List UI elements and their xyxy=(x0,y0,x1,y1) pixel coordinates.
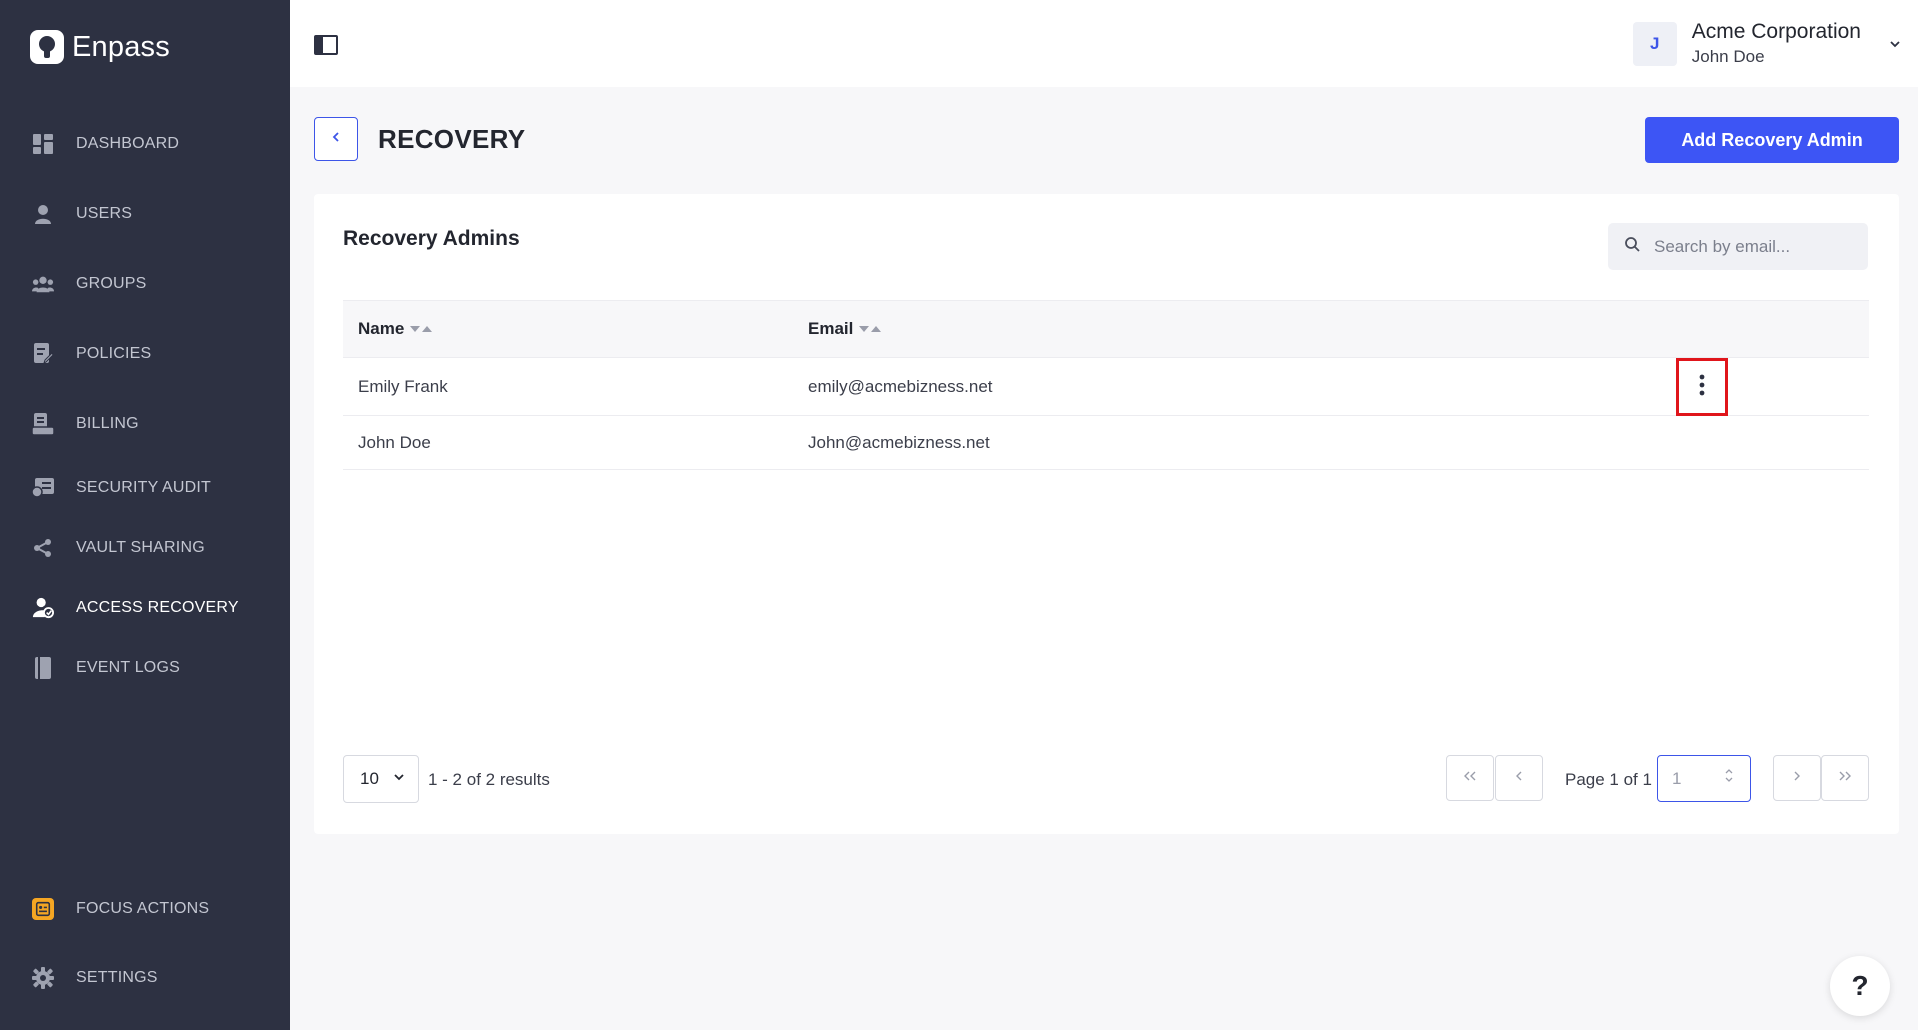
brand-name: Enpass xyxy=(72,30,170,63)
security-audit-icon xyxy=(32,477,54,499)
page-title: RECOVERY xyxy=(378,124,526,154)
access-recovery-icon xyxy=(32,597,54,619)
page-size-select[interactable]: 10 xyxy=(343,755,419,803)
add-recovery-admin-button[interactable]: Add Recovery Admin xyxy=(1645,117,1899,163)
policies-icon xyxy=(32,343,54,365)
previous-page-button[interactable] xyxy=(1495,755,1543,801)
recovery-admins-card: Recovery Admins Name Email Emily Frank xyxy=(314,194,1899,834)
first-page-button[interactable] xyxy=(1446,755,1494,801)
column-header-name[interactable]: Name xyxy=(358,319,433,339)
search-icon xyxy=(1624,236,1640,257)
more-vertical-icon xyxy=(1699,374,1705,401)
results-count: 1 - 2 of 2 results xyxy=(428,770,550,789)
sort-icon xyxy=(410,325,433,333)
column-header-email[interactable]: Email xyxy=(808,319,882,339)
sidebar-item-label: VAULT SHARING xyxy=(76,539,205,556)
help-button[interactable]: ? xyxy=(1830,956,1890,1016)
user-icon xyxy=(32,203,54,225)
gear-icon xyxy=(32,967,54,989)
page-number-field xyxy=(1657,755,1751,802)
sidebar-item-label: POLICIES xyxy=(76,345,152,362)
search-input[interactable] xyxy=(1654,236,1844,257)
sidebar-item-focus-actions[interactable]: FOCUS ACTIONS xyxy=(32,889,282,929)
sidebar-item-label: FOCUS ACTIONS xyxy=(76,900,210,917)
billing-icon xyxy=(32,413,54,435)
sidebar-item-label: ACCESS RECOVERY xyxy=(76,599,239,616)
org-name: Acme Corporation xyxy=(1691,20,1861,43)
cell-name: Emily Frank xyxy=(358,376,448,396)
sidebar-item-dashboard[interactable]: DASHBOARD xyxy=(32,124,282,164)
avatar: J xyxy=(1632,21,1677,66)
sidebar-item-settings[interactable]: SETTINGS xyxy=(32,958,282,998)
table-row[interactable]: Emily Frank emily@acmebizness.net xyxy=(343,358,1869,416)
chevron-down-icon xyxy=(1888,37,1902,51)
sidebar-item-security-audit[interactable]: SECURITY AUDIT xyxy=(32,468,282,508)
sidebar-item-policies[interactable]: POLICIES xyxy=(32,334,282,374)
sort-icon xyxy=(859,325,882,333)
enpass-logo-icon xyxy=(30,30,64,64)
sidebar-item-users[interactable]: USERS xyxy=(32,194,282,234)
page-label: Page 1 of 1 xyxy=(1565,770,1652,789)
org-switcher[interactable]: J Acme Corporation John Doe xyxy=(1632,20,1902,67)
sidebar: Enpass DASHBOARD USERS GROUPS POLICIES B… xyxy=(0,0,290,1030)
groups-icon xyxy=(32,273,54,295)
chevron-right-icon xyxy=(1792,769,1802,787)
page-number-input[interactable] xyxy=(1672,768,1722,789)
share-icon xyxy=(32,537,54,559)
stepper-icon[interactable] xyxy=(1724,768,1734,783)
sidebar-item-label: EVENT LOGS xyxy=(76,659,180,676)
table-row[interactable]: John Doe John@acmebizness.net xyxy=(343,416,1869,470)
org-info: Acme Corporation John Doe xyxy=(1692,20,1861,67)
chevron-left-icon xyxy=(330,130,342,148)
chevrons-right-icon xyxy=(1838,769,1852,787)
cell-name: John Doe xyxy=(358,432,431,452)
next-page-button[interactable] xyxy=(1773,755,1821,801)
chevron-left-icon xyxy=(1514,769,1524,787)
cell-email: John@acmebizness.net xyxy=(808,432,990,452)
chevron-down-icon xyxy=(392,769,406,789)
sidebar-item-label: USERS xyxy=(76,205,133,222)
cell-email: emily@acmebizness.net xyxy=(808,376,993,396)
sidebar-item-label: SECURITY AUDIT xyxy=(76,479,211,496)
sidebar-item-event-logs[interactable]: EVENT LOGS xyxy=(32,648,282,688)
back-button[interactable] xyxy=(314,117,358,161)
event-logs-icon xyxy=(32,657,54,679)
page-size-value: 10 xyxy=(360,769,379,788)
chevrons-left-icon xyxy=(1463,769,1477,787)
sidebar-item-vault-sharing[interactable]: VAULT SHARING xyxy=(32,528,282,568)
focus-actions-icon xyxy=(32,898,54,920)
row-actions-button[interactable] xyxy=(1676,358,1728,416)
card-title: Recovery Admins xyxy=(343,227,520,250)
sidebar-item-label: SETTINGS xyxy=(76,969,158,986)
top-bar: J Acme Corporation John Doe xyxy=(290,0,1918,87)
sidebar-item-label: BILLING xyxy=(76,415,139,432)
user-name: John Doe xyxy=(1691,47,1765,66)
search-box xyxy=(1608,223,1868,270)
sidebar-item-label: GROUPS xyxy=(76,275,147,292)
sidebar-item-groups[interactable]: GROUPS xyxy=(32,264,282,304)
sidebar-toggle-icon[interactable] xyxy=(314,35,338,55)
table-header: Name Email xyxy=(343,300,1869,358)
last-page-button[interactable] xyxy=(1821,755,1869,801)
sidebar-item-billing[interactable]: BILLING xyxy=(32,404,282,444)
admins-table: Name Email Emily Frank emily@acmebizness… xyxy=(343,300,1869,470)
sidebar-item-access-recovery[interactable]: ACCESS RECOVERY xyxy=(32,588,282,628)
dashboard-icon xyxy=(32,133,54,155)
sidebar-item-label: DASHBOARD xyxy=(76,135,180,152)
brand-logo[interactable]: Enpass xyxy=(30,30,170,64)
